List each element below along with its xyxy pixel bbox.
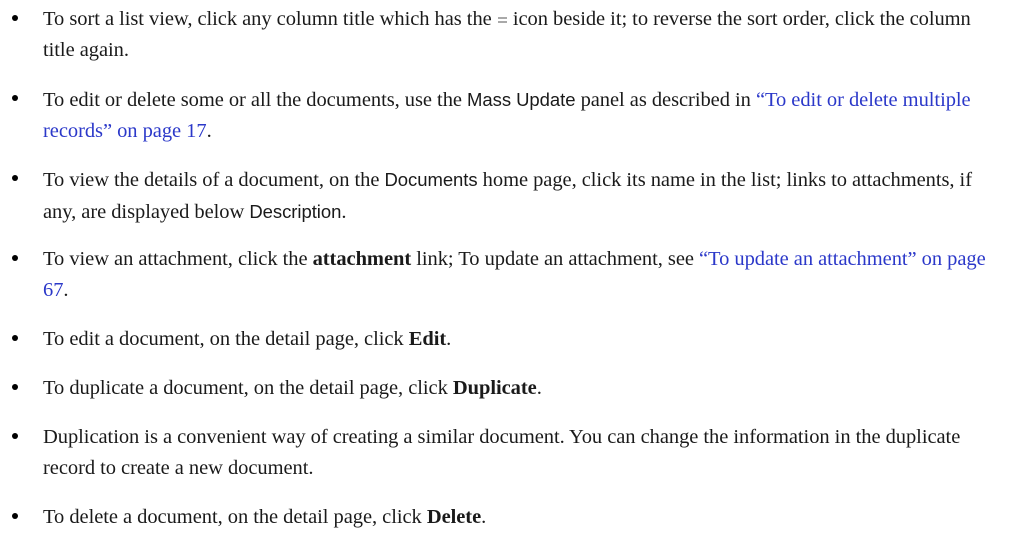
item-text-post: .	[536, 377, 542, 399]
item-text-pre: To delete a document, on the detail page…	[43, 506, 422, 528]
ui-term-mass-update: Mass Update	[467, 89, 576, 110]
bullet-icon	[12, 335, 18, 341]
bold-term-edit: Edit	[408, 328, 447, 350]
list-item-text: To sort a list view, click any column ti…	[43, 4, 1003, 66]
bullet-icon	[12, 513, 18, 519]
item-text-mid: panel as described in	[580, 89, 751, 111]
bold-term-attachment: attachment	[312, 248, 412, 270]
list-item-text: To view the details of a document, on th…	[43, 164, 1003, 228]
list-item-text: To duplicate a document, on the detail p…	[43, 373, 1003, 404]
bold-term-duplicate: Duplicate	[452, 377, 537, 399]
item-text-post: .	[63, 279, 69, 301]
item-text-pre: Duplication is a convenient way of creat…	[43, 426, 961, 479]
bullet-icon	[12, 384, 18, 390]
item-text-post: .	[206, 120, 212, 142]
bullet-icon	[12, 433, 18, 439]
bullet-icon	[12, 95, 18, 101]
document-page: To sort a list view, click any column ti…	[0, 0, 1016, 544]
sort-icon	[497, 15, 507, 26]
item-text-post: .	[341, 201, 347, 223]
bullet-icon	[12, 255, 18, 261]
item-text-post: .	[481, 506, 487, 528]
list-item-text: To delete a document, on the detail page…	[43, 502, 1003, 533]
list-item-text: To edit or delete some or all the docume…	[43, 84, 1003, 147]
list-item-text: To edit a document, on the detail page, …	[43, 324, 1003, 355]
list-item-text: Duplication is a convenient way of creat…	[43, 422, 1003, 484]
item-text-pre: To sort a list view, click any column ti…	[43, 8, 492, 30]
item-text-post: .	[446, 328, 452, 350]
item-text-pre: To view an attachment, click the	[43, 248, 308, 270]
list-item-text: To view an attachment, click the attachm…	[43, 244, 1003, 306]
bullet-icon	[12, 175, 18, 181]
item-text-mid: link; To update an attachment, see	[416, 248, 694, 270]
bullet-icon	[12, 15, 18, 21]
item-text-pre: To edit or delete some or all the docume…	[43, 89, 462, 111]
ui-term-description: Description	[249, 201, 342, 222]
item-text-pre: To duplicate a document, on the detail p…	[43, 377, 448, 399]
item-text-pre: To edit a document, on the detail page, …	[43, 328, 404, 350]
bold-term-delete: Delete	[426, 506, 482, 528]
ui-term-documents: Documents	[384, 169, 478, 190]
item-text-pre: To view the details of a document, on th…	[43, 169, 380, 191]
